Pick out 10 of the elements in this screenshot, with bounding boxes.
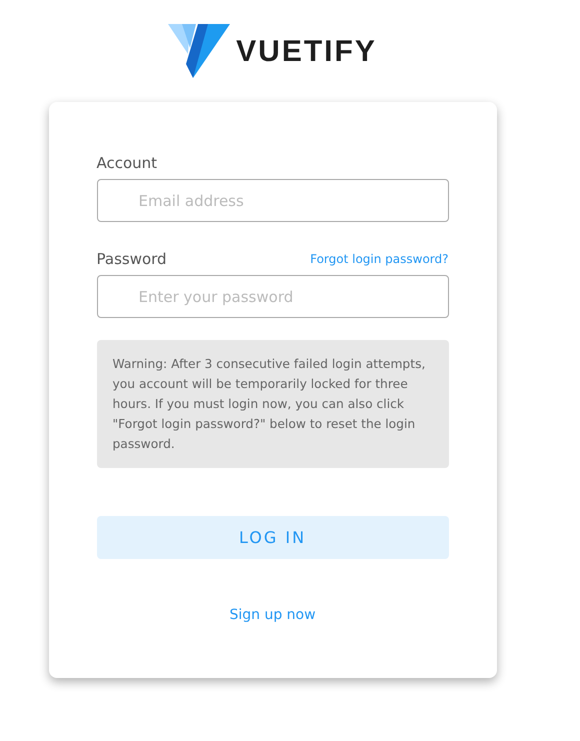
- forgot-password-link[interactable]: Forgot login password?: [310, 252, 448, 266]
- warning-message: Warning: After 3 consecutive failed login attempts, you account will be temporarily locked for three hours. If you must login now, you can also click "Forgot login password?" below to reset the login password.: [96, 340, 448, 468]
- logo-text: VUETIFY: [236, 35, 377, 69]
- field-label: Password: [96, 250, 167, 268]
- signup-link[interactable]: Sign up now: [229, 607, 316, 623]
- field-label: Account: [96, 154, 158, 172]
- logo-icon: [168, 24, 230, 78]
- email-field[interactable]: Email address: [96, 179, 448, 222]
- password-field[interactable]: Enter your password: [96, 275, 448, 318]
- login-button[interactable]: LOG IN: [96, 516, 448, 559]
